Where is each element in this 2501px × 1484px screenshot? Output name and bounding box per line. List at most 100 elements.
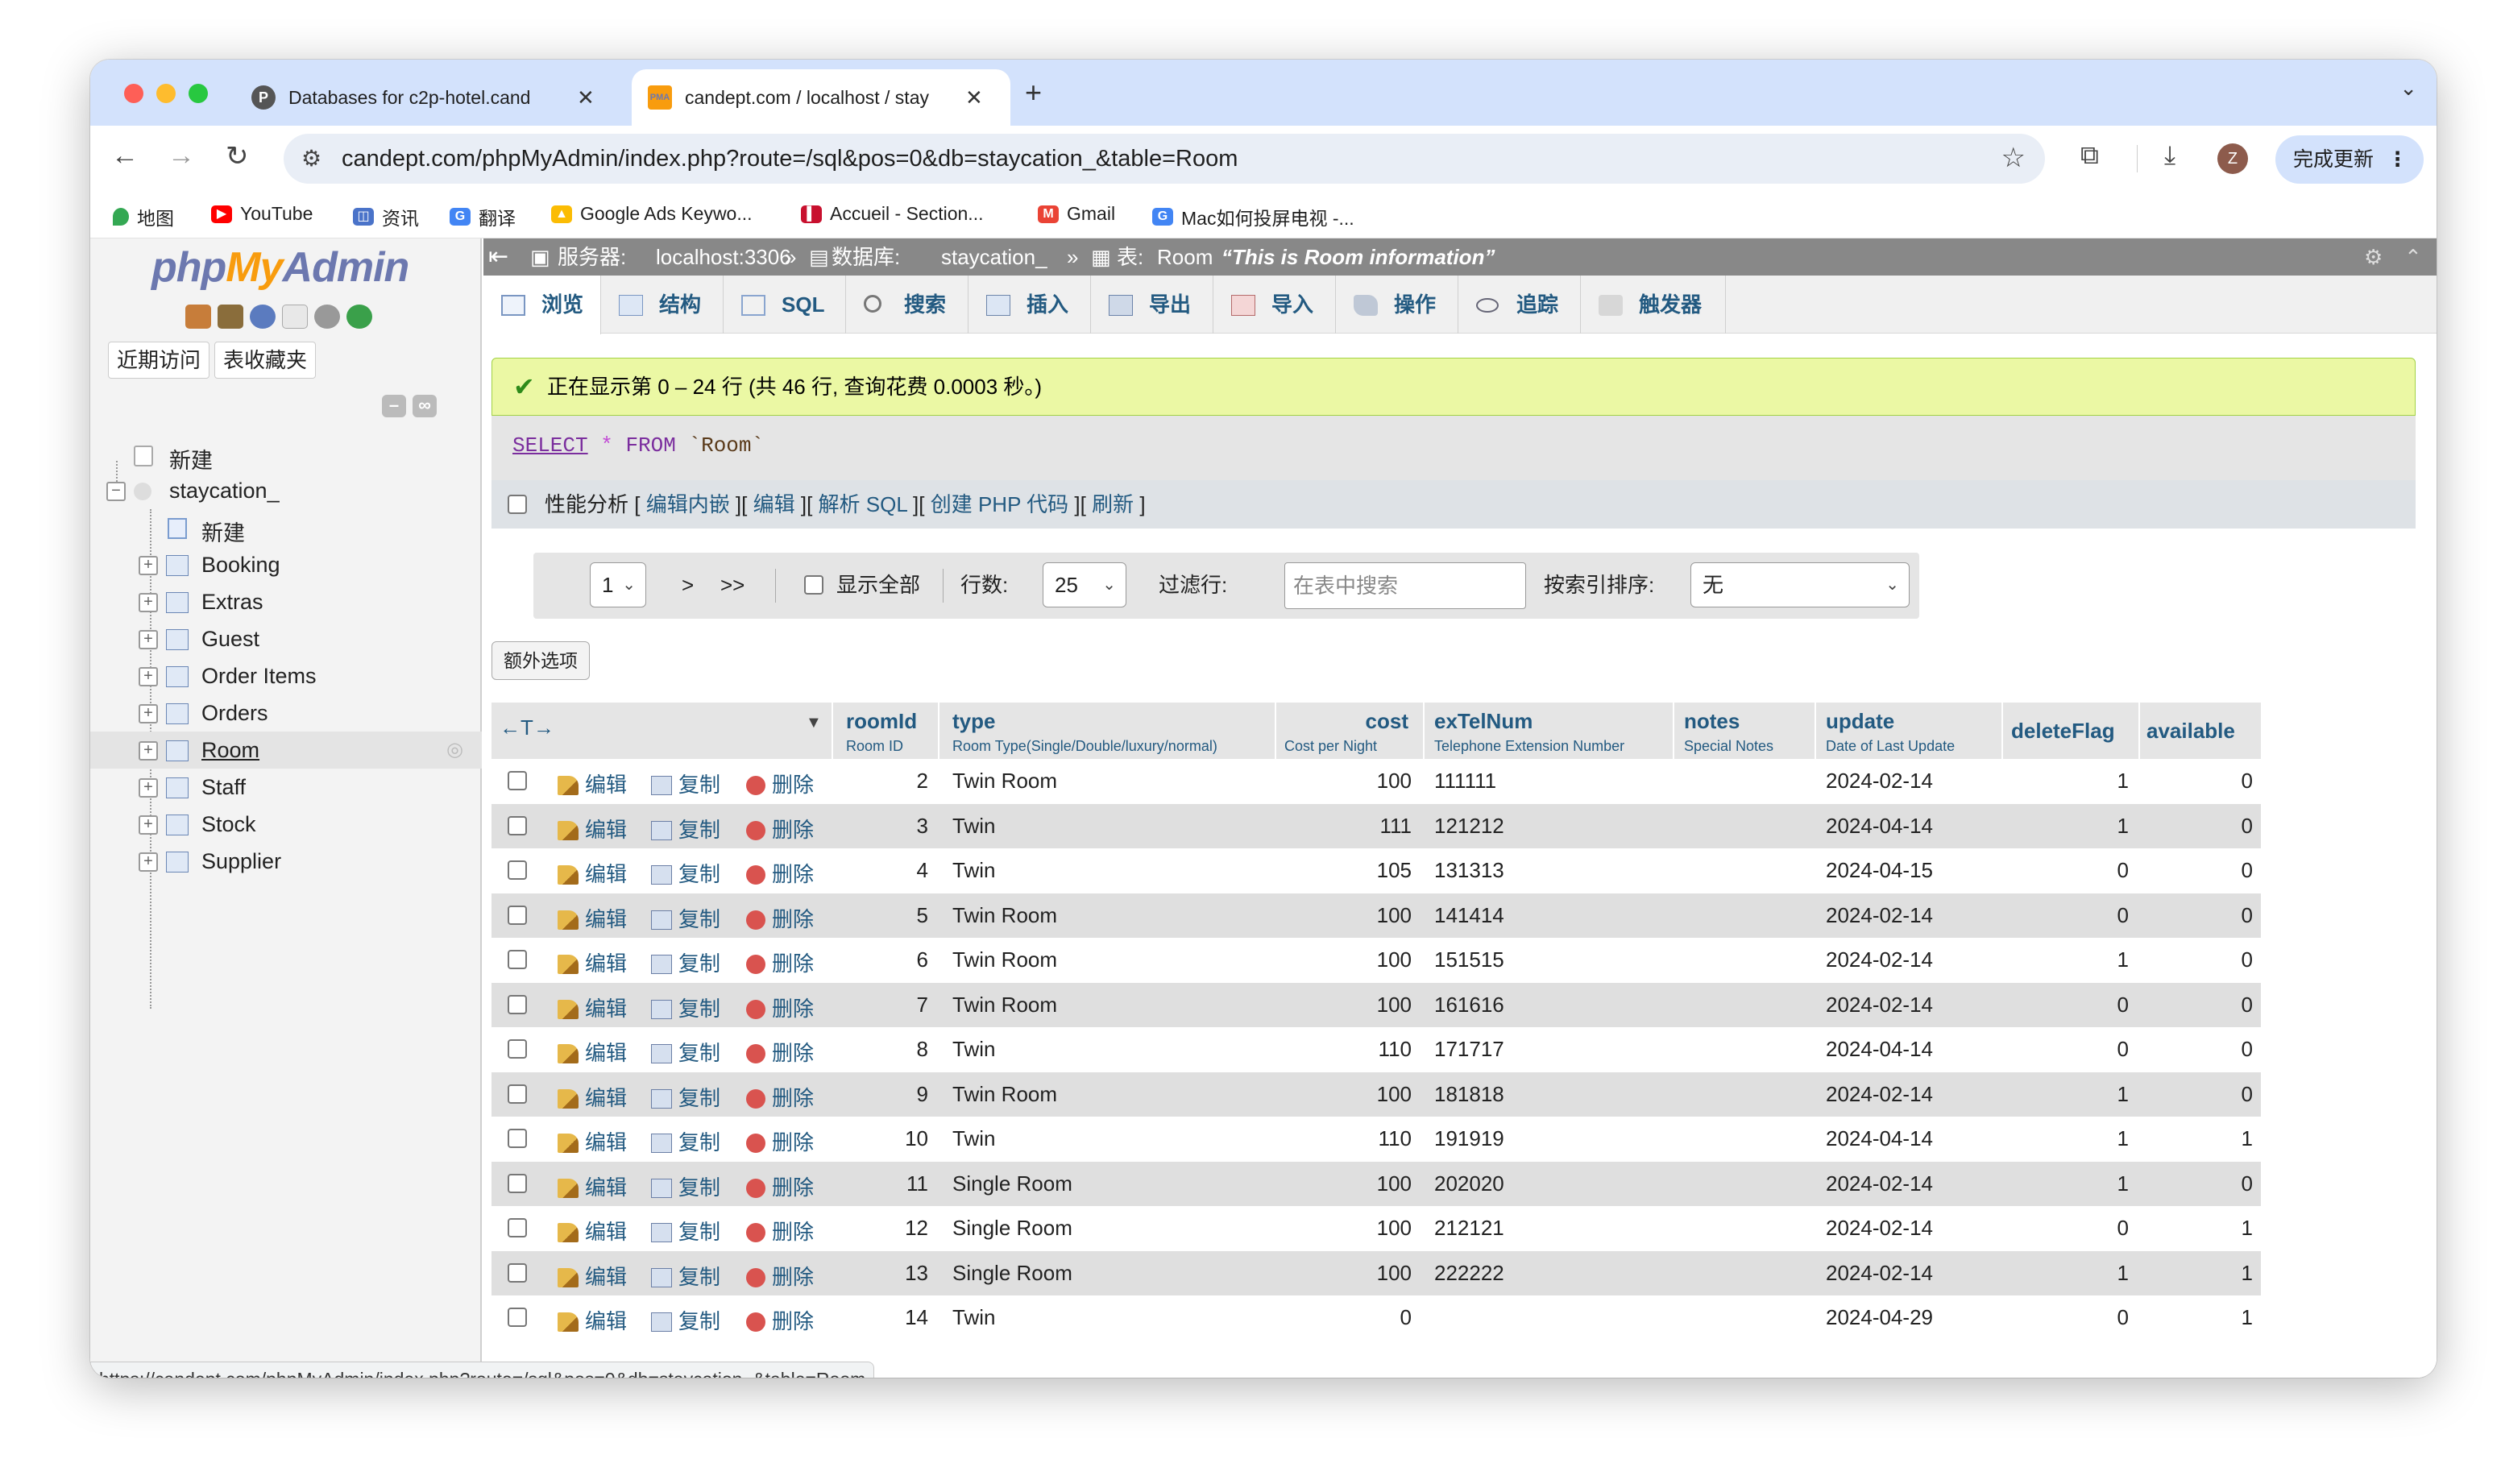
collapse-all-icon[interactable]: –	[382, 395, 406, 417]
row-checkbox[interactable]	[508, 950, 527, 969]
edit-row-link[interactable]: 编辑	[558, 1216, 627, 1246]
copy-row-link[interactable]: 复制	[651, 858, 720, 888]
nav-toggle-icon[interactable]: ⇤	[488, 238, 508, 276]
tab-search[interactable]: 搜索	[846, 276, 968, 334]
bookmark-mac[interactable]: G Mac如何投屏电视 -...	[1152, 203, 1354, 230]
explain-sql-link[interactable]: 解析 SQL	[819, 492, 907, 516]
nav-database-staycation[interactable]: − staycation_	[90, 472, 482, 509]
copy-row-link[interactable]: 复制	[651, 1037, 720, 1067]
row-checkbox[interactable]	[508, 1218, 527, 1237]
bookmark-google-ads[interactable]: ▲ Google Ads Keywo...	[551, 203, 753, 225]
row-checkbox[interactable]	[508, 1084, 527, 1104]
delete-row-link[interactable]: 删除	[746, 1126, 814, 1156]
row-checkbox[interactable]	[508, 905, 527, 925]
sql-select-keyword[interactable]: SELECT	[512, 433, 588, 458]
nav-table-guest[interactable]: + Guest	[90, 620, 482, 657]
tab-close-icon[interactable]: ✕	[965, 85, 983, 110]
delete-row-link[interactable]: 删除	[746, 769, 814, 798]
copy-row-link[interactable]: 复制	[651, 769, 720, 798]
nav-table-order-items[interactable]: + Order Items	[90, 657, 482, 694]
nav-table-staff[interactable]: + Staff	[90, 769, 482, 806]
new-tab-icon[interactable]: +	[1025, 76, 1042, 110]
bookmark-youtube[interactable]: ▶ YouTube	[211, 203, 313, 225]
bookmark-star-icon[interactable]: ☆	[2001, 142, 2026, 174]
breadcrumb-db[interactable]: staycation_	[941, 238, 1047, 276]
bookmark-accueil[interactable]: ▌ Accueil - Section...	[801, 203, 983, 225]
avatar[interactable]: Z	[2217, 143, 2248, 174]
header-roomid[interactable]: roomId Room ID	[833, 703, 939, 759]
edit-inline-link[interactable]: 编辑内嵌	[646, 492, 730, 516]
delete-row-link[interactable]: 删除	[746, 993, 814, 1022]
page-select[interactable]: 1 ⌄	[590, 562, 646, 607]
profiling-checkbox[interactable]	[508, 495, 527, 514]
phpmyadmin-logo[interactable]: phpMyAdmin	[151, 243, 409, 292]
tab-close-icon[interactable]: ✕	[577, 85, 595, 110]
copy-row-link[interactable]: 复制	[651, 1261, 720, 1291]
edit-row-link[interactable]: 编辑	[558, 1082, 627, 1112]
nav-new-database[interactable]: 新建	[90, 437, 482, 474]
bookmark-translate[interactable]: G 翻译	[450, 203, 516, 230]
collapse-icon[interactable]: −	[106, 482, 126, 501]
last-page-button[interactable]: >>	[720, 562, 744, 607]
exit-icon[interactable]	[218, 305, 243, 329]
nav-table-orders[interactable]: + Orders	[90, 694, 482, 732]
copy-row-link[interactable]: 复制	[651, 1305, 720, 1335]
row-checkbox[interactable]	[508, 1039, 527, 1059]
tab-triggers[interactable]: 触发器	[1581, 276, 1726, 334]
edit-link[interactable]: 编辑	[753, 492, 795, 516]
forward-icon[interactable]: →	[168, 140, 195, 172]
bookmark-maps[interactable]: 地图	[113, 203, 174, 230]
nav-table-extras[interactable]: + Extras	[90, 583, 482, 620]
settings-gear-icon[interactable]: ⚙	[2364, 238, 2383, 276]
edit-row-link[interactable]: 编辑	[558, 1171, 627, 1201]
docs-icon[interactable]	[282, 305, 308, 329]
filter-input[interactable]: 在表中搜索	[1284, 562, 1526, 609]
tab-insert[interactable]: 插入	[968, 276, 1091, 334]
edit-row-link[interactable]: 编辑	[558, 1261, 627, 1291]
delete-row-link[interactable]: 删除	[746, 1037, 814, 1067]
tab-browse[interactable]: 浏览	[483, 276, 601, 334]
header-notes[interactable]: notes Special Notes	[1674, 703, 1816, 759]
copy-row-link[interactable]: 复制	[651, 1126, 720, 1156]
delete-row-link[interactable]: 删除	[746, 1305, 814, 1335]
gear-icon[interactable]	[314, 305, 340, 329]
zoom-window-button[interactable]	[189, 84, 208, 103]
delete-row-link[interactable]: 删除	[746, 947, 814, 977]
home-icon[interactable]	[185, 305, 211, 329]
edit-row-link[interactable]: 编辑	[558, 769, 627, 798]
reload-nav-icon[interactable]	[346, 305, 372, 329]
row-checkbox[interactable]	[508, 860, 527, 880]
row-checkbox[interactable]	[508, 815, 527, 835]
site-settings-icon[interactable]: ⚙	[301, 145, 321, 172]
copy-row-link[interactable]: 复制	[651, 1171, 720, 1201]
help-icon[interactable]	[250, 305, 276, 329]
row-checkbox[interactable]	[508, 771, 527, 790]
tab-tracking[interactable]: 追踪	[1458, 276, 1581, 334]
link-icon[interactable]: ∞	[413, 395, 437, 417]
delete-row-link[interactable]: 删除	[746, 1082, 814, 1112]
recent-tab[interactable]: 近期访问	[108, 342, 210, 379]
copy-row-link[interactable]: 复制	[651, 1216, 720, 1246]
show-all-checkbox[interactable]	[804, 575, 823, 595]
back-icon[interactable]: ←	[111, 140, 139, 172]
edit-row-link[interactable]: 编辑	[558, 858, 627, 888]
nav-table-booking[interactable]: + Booking	[90, 546, 482, 583]
tab-export[interactable]: 导出	[1091, 276, 1213, 334]
row-checkbox[interactable]	[508, 1262, 527, 1283]
tab-operations[interactable]: 操作	[1336, 276, 1458, 334]
favorites-tab[interactable]: 表收藏夹	[214, 342, 317, 379]
bookmark-gmail[interactable]: M Gmail	[1038, 203, 1115, 225]
row-checkbox[interactable]	[508, 1173, 527, 1193]
hide-eye-icon[interactable]: ◎	[446, 738, 463, 761]
row-checkbox[interactable]	[508, 1308, 527, 1327]
next-page-button[interactable]: >	[682, 562, 694, 607]
copy-row-link[interactable]: 复制	[651, 814, 720, 844]
update-button[interactable]: 完成更新 ⋮	[2275, 135, 2424, 184]
header-deleteflag[interactable]: deleteFlag	[2003, 703, 2140, 759]
close-window-button[interactable]	[124, 84, 143, 103]
edit-row-link[interactable]: 编辑	[558, 1126, 627, 1156]
tab-sql[interactable]: SQL	[724, 276, 846, 334]
delete-row-link[interactable]: 删除	[746, 1216, 814, 1246]
copy-row-link[interactable]: 复制	[651, 903, 720, 933]
edit-row-link[interactable]: 编辑	[558, 903, 627, 933]
